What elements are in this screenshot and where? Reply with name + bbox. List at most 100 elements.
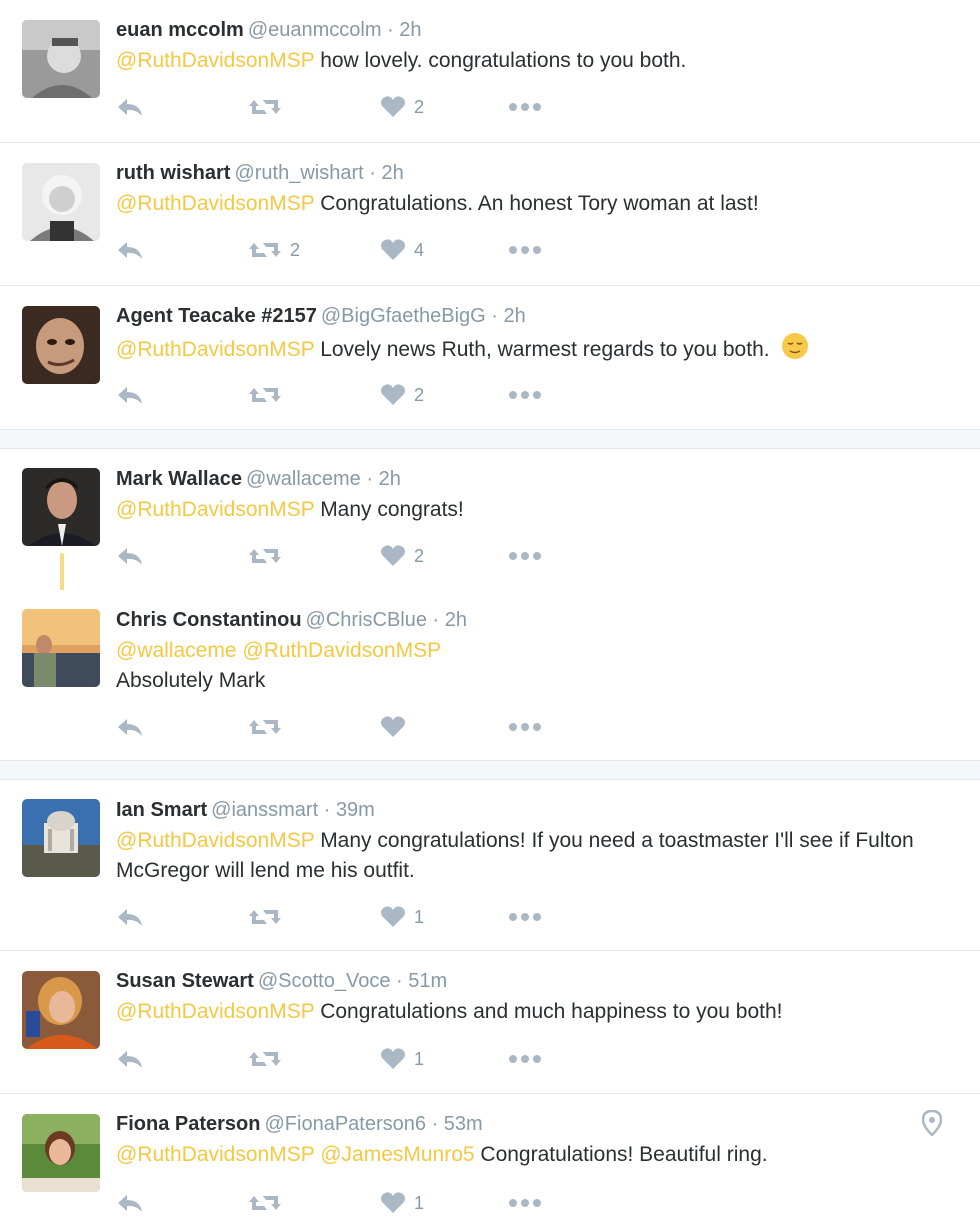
mention-link[interactable]: @RuthDavidsonMSP: [116, 1000, 314, 1023]
reply-button[interactable]: [116, 235, 144, 265]
tweet-timestamp[interactable]: 2h: [379, 468, 401, 490]
retweet-icon: [249, 1196, 281, 1210]
user-handle[interactable]: @ChrisCBlue: [306, 609, 427, 631]
mention-link[interactable]: @wallaceme: [116, 639, 237, 662]
mention-link[interactable]: @RuthDavidsonMSP: [116, 1143, 314, 1166]
tweet-timestamp[interactable]: 2h: [503, 305, 525, 327]
avatar[interactable]: [22, 799, 100, 877]
user-fullname[interactable]: ruth wishart: [116, 162, 230, 184]
tweet-timestamp[interactable]: 53m: [444, 1113, 483, 1135]
retweet-button[interactable]: [248, 712, 290, 742]
mention-link[interactable]: @RuthDavidsonMSP: [116, 338, 314, 361]
heart-icon: [381, 906, 405, 927]
mention-link[interactable]: @RuthDavidsonMSP: [116, 829, 314, 852]
tweet[interactable]: Ian Smart @ianssmart · 39m @RuthDavidsonM…: [0, 780, 980, 950]
heart-icon: [381, 1048, 405, 1069]
like-button[interactable]: 1: [380, 902, 424, 932]
tweet[interactable]: ruth wishart @ruth_wishart · 2h @RuthDavi…: [0, 143, 980, 285]
more-button[interactable]: [508, 1044, 542, 1074]
retweet-count: 2: [290, 239, 301, 260]
user-fullname[interactable]: Mark Wallace: [116, 468, 242, 490]
tweet[interactable]: Chris Constantinou @ChrisCBlue · 2h @wall…: [0, 590, 980, 760]
more-button[interactable]: [508, 380, 542, 410]
user-fullname[interactable]: Chris Constantinou: [116, 609, 302, 631]
tweet-body-text: Congratulations and much happiness to yo…: [314, 1000, 783, 1023]
like-button[interactable]: [380, 712, 414, 742]
tweet-text: @RuthDavidsonMSP Congratulations and muc…: [116, 997, 936, 1027]
tweet-timestamp[interactable]: 39m: [336, 799, 375, 821]
reply-button[interactable]: [116, 1188, 144, 1218]
like-button[interactable]: 2: [380, 92, 424, 122]
mention-link[interactable]: @RuthDavidsonMSP: [242, 639, 441, 662]
avatar[interactable]: [22, 306, 100, 384]
like-button[interactable]: 2: [380, 541, 424, 571]
tweet-timestamp[interactable]: 2h: [445, 609, 467, 631]
tweet[interactable]: Susan Stewart @Scotto_Voce · 51m @RuthDav…: [0, 951, 980, 1093]
retweet-button[interactable]: [248, 541, 290, 571]
more-button[interactable]: [508, 712, 542, 742]
like-button[interactable]: 2: [380, 380, 424, 410]
tweet-body-text: Congratulations! Beautiful ring.: [474, 1143, 768, 1166]
avatar[interactable]: [22, 163, 100, 241]
user-handle[interactable]: @BigGfaetheBigG: [321, 305, 486, 327]
user-fullname[interactable]: Fiona Paterson: [116, 1113, 260, 1135]
retweet-button[interactable]: 2: [248, 235, 300, 265]
like-button[interactable]: 1: [380, 1044, 424, 1074]
tweet-timestamp[interactable]: 51m: [408, 970, 447, 992]
user-handle[interactable]: @Scotto_Voce: [258, 970, 391, 992]
user-fullname[interactable]: Susan Stewart: [116, 970, 254, 992]
reply-icon: [118, 387, 142, 404]
retweet-button[interactable]: [248, 1044, 290, 1074]
user-handle[interactable]: @FionaPaterson6: [264, 1113, 426, 1135]
mention-link[interactable]: @RuthDavidsonMSP: [116, 49, 314, 72]
avatar[interactable]: [22, 468, 100, 546]
like-count: 2: [414, 384, 425, 405]
reply-button[interactable]: [116, 902, 144, 932]
tweet[interactable]: Fiona Paterson @FionaPaterson6 · 53m @Rut…: [0, 1094, 980, 1222]
separator-dot: ·: [360, 468, 379, 490]
avatar[interactable]: [22, 609, 100, 687]
tweet[interactable]: euan mccolm @euanmccolm · 2h @RuthDavidso…: [0, 0, 980, 142]
more-button[interactable]: [508, 541, 542, 571]
user-handle[interactable]: @wallaceme: [246, 468, 361, 490]
user-handle[interactable]: @ruth_wishart: [234, 162, 363, 184]
tweet-timestamp[interactable]: 2h: [399, 19, 421, 41]
user-fullname[interactable]: Agent Teacake #2157: [116, 305, 317, 327]
tweet-timestamp[interactable]: 2h: [381, 162, 403, 184]
reply-icon: [118, 909, 142, 926]
reply-button[interactable]: [116, 92, 144, 122]
retweet-button[interactable]: [248, 380, 290, 410]
like-button[interactable]: 4: [380, 235, 424, 265]
tweet-body-text: Many congrats!: [314, 498, 464, 521]
more-dots-icon: [509, 552, 541, 560]
retweet-button[interactable]: [248, 92, 290, 122]
tweet-text: @RuthDavidsonMSP Congratulations. An hon…: [116, 189, 936, 219]
reply-button[interactable]: [116, 541, 144, 571]
tweet-actions: 1: [116, 1044, 576, 1074]
mention-link[interactable]: @RuthDavidsonMSP: [116, 498, 314, 521]
more-button[interactable]: [508, 92, 542, 122]
avatar[interactable]: [22, 971, 100, 1049]
user-fullname[interactable]: Ian Smart: [116, 799, 207, 821]
more-button[interactable]: [508, 1188, 542, 1218]
like-button[interactable]: 1: [380, 1188, 424, 1218]
mention-link[interactable]: @JamesMunro5: [320, 1143, 474, 1166]
tweet[interactable]: Agent Teacake #2157 @BigGfaetheBigG · 2h …: [0, 286, 980, 429]
reply-icon: [118, 548, 142, 565]
mention-link[interactable]: @RuthDavidsonMSP: [116, 192, 314, 215]
reply-button[interactable]: [116, 380, 144, 410]
avatar[interactable]: [22, 20, 100, 98]
user-fullname[interactable]: euan mccolm: [116, 19, 244, 41]
reply-button[interactable]: [116, 1044, 144, 1074]
retweet-button[interactable]: [248, 1188, 290, 1218]
retweet-button[interactable]: [248, 902, 290, 932]
more-button[interactable]: [508, 902, 542, 932]
avatar[interactable]: [22, 1114, 100, 1192]
heart-icon: [381, 384, 405, 405]
user-handle[interactable]: @euanmccolm: [248, 19, 382, 41]
tweet[interactable]: Mark Wallace @wallaceme · 2h @RuthDavidso…: [0, 449, 980, 590]
reply-button[interactable]: [116, 712, 144, 742]
more-button[interactable]: [508, 235, 542, 265]
map-pin-icon[interactable]: [922, 1110, 942, 1136]
user-handle[interactable]: @ianssmart: [211, 799, 318, 821]
